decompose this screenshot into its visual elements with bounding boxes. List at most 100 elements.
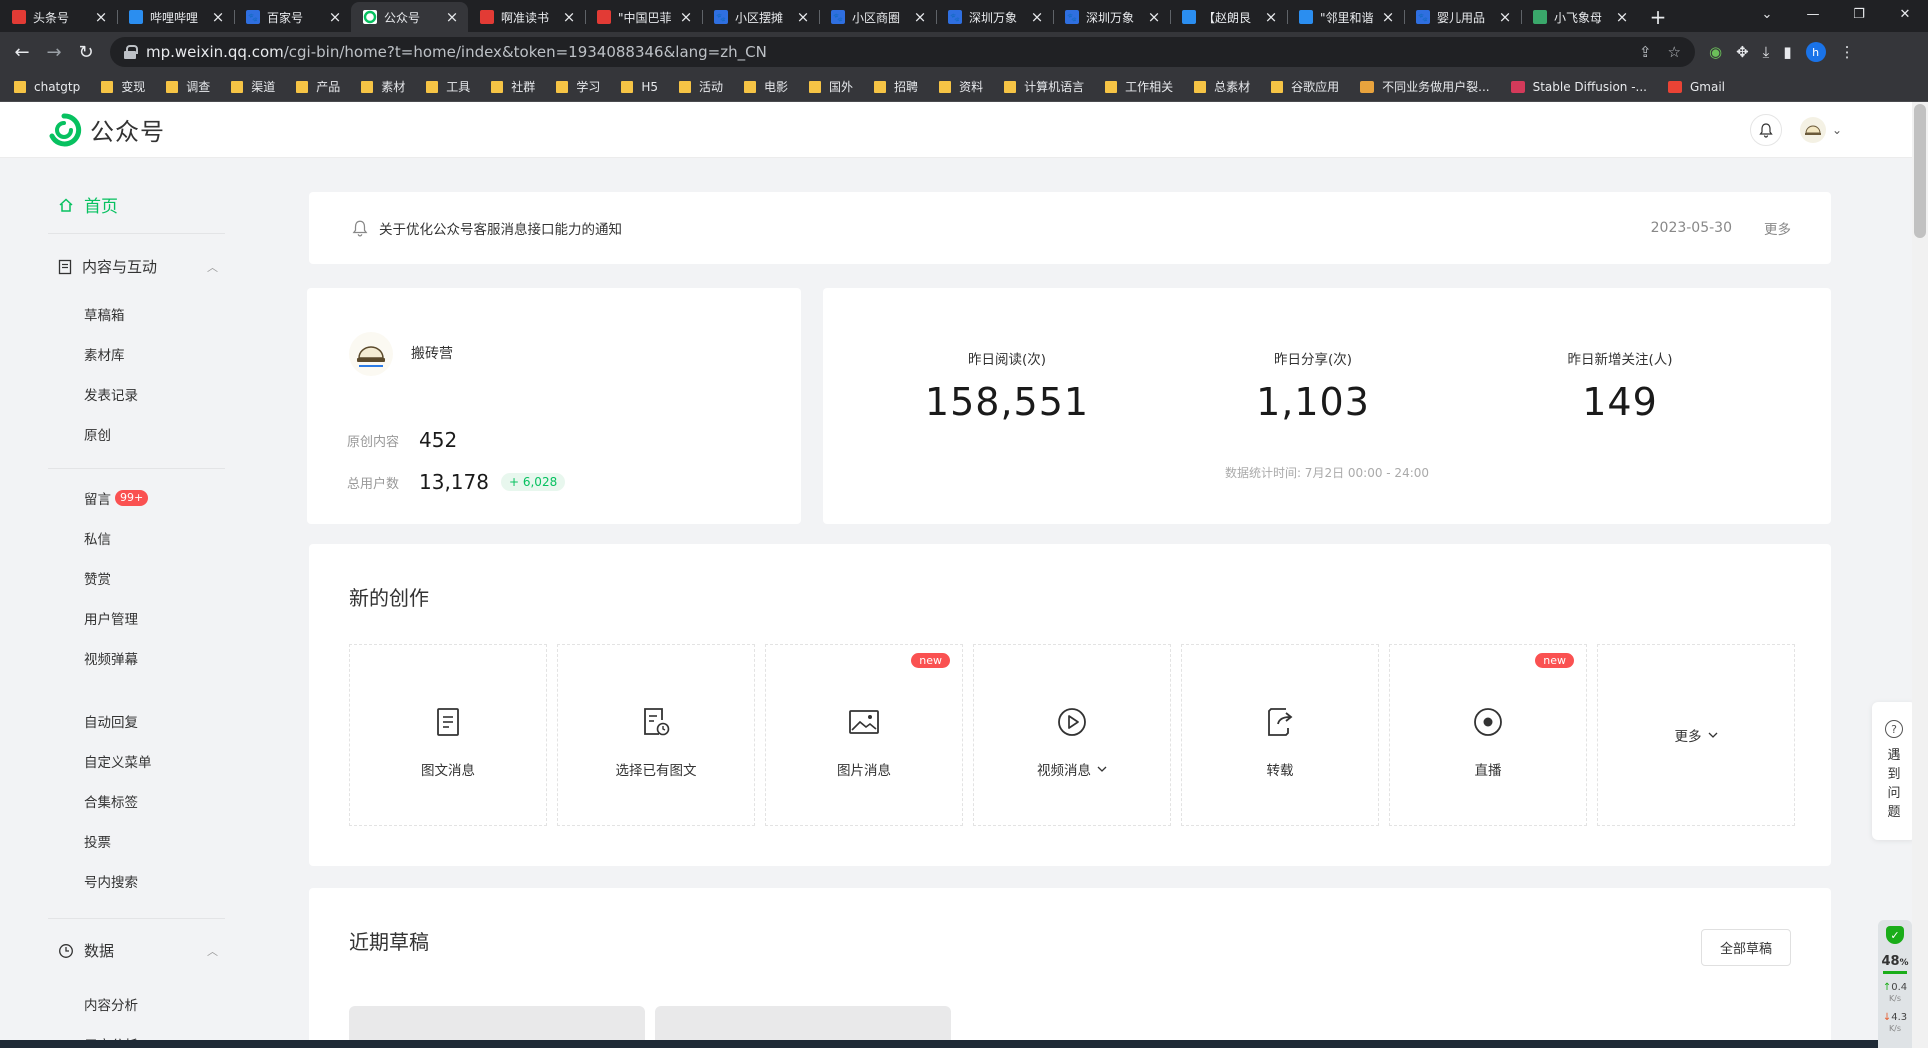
tab-2[interactable]: 🐾 百家号 × [234, 2, 351, 32]
sidebar-item[interactable]: 号内搜索 [84, 871, 138, 891]
extension-colorful-icon[interactable]: ◉ [1709, 43, 1722, 61]
sidebar-item[interactable]: 用户管理 [84, 608, 138, 628]
profile-avatar[interactable]: h [1805, 42, 1826, 62]
stat-shares[interactable]: 昨日分享(次) 1,103 [1213, 348, 1413, 424]
bookmark-item[interactable]: 工作相关 [1105, 78, 1173, 95]
forward-button[interactable]: → [40, 38, 68, 66]
bookmark-item[interactable]: 总素材 [1194, 78, 1250, 95]
stat-reads[interactable]: 昨日阅读(次) 158,551 [907, 348, 1107, 424]
tab-search-icon[interactable]: ⌄ [1744, 0, 1790, 28]
close-tab-icon[interactable]: × [1614, 8, 1630, 26]
sidebar-item[interactable]: 投票 [84, 831, 111, 851]
bookmark-item[interactable]: 电影 [744, 78, 788, 95]
stat-new-followers[interactable]: 昨日新增关注(人) 149 [1520, 348, 1720, 424]
brand-logo-link[interactable]: 公众号 [46, 112, 165, 148]
tab-3[interactable]: 公众号 × [351, 2, 468, 32]
sidebar-item-home[interactable]: 首页 [58, 192, 118, 217]
sidebar-item[interactable]: 自定义菜单 [84, 751, 152, 771]
lock-icon[interactable] [124, 45, 138, 59]
notification-bell-button[interactable] [1749, 113, 1782, 146]
bookmark-item[interactable]: 素材 [361, 78, 405, 95]
close-tab-icon[interactable]: × [93, 8, 109, 26]
close-window-button[interactable]: ✕ [1882, 0, 1928, 28]
create-tile-play-circle[interactable]: 视频消息 [973, 644, 1171, 826]
bookmark-item[interactable]: 学习 [556, 78, 600, 95]
page-scrollbar-track[interactable] [1912, 102, 1928, 1048]
bookmark-item[interactable]: 产品 [296, 78, 340, 95]
download-icon[interactable]: ⤓ [1763, 43, 1770, 61]
side-panel-icon[interactable]: ▮ [1783, 43, 1791, 61]
close-tab-icon[interactable]: × [1380, 8, 1396, 26]
bookmark-item[interactable]: chatgtp [14, 80, 80, 94]
sidebar-item[interactable]: 草稿箱 [84, 304, 125, 324]
create-tile-image[interactable]: new 图片消息 [765, 644, 963, 826]
tab-8[interactable]: 🐾 深圳万象 × [936, 2, 1053, 32]
tab-0[interactable]: 头条号 × [0, 2, 117, 32]
account-menu[interactable]: ⌄ [1799, 116, 1842, 143]
bookmark-item[interactable]: 计算机语言 [1004, 78, 1084, 95]
sidebar-group-content[interactable]: 内容与互动 ︿ [58, 256, 218, 277]
close-tab-icon[interactable]: × [795, 8, 811, 26]
bookmark-item[interactable]: 不同业务做用户裂... [1360, 78, 1490, 95]
close-tab-icon[interactable]: × [1263, 8, 1279, 26]
close-tab-icon[interactable]: × [327, 8, 343, 26]
sidebar-item[interactable]: 留言 99+ [84, 488, 149, 508]
close-tab-icon[interactable]: × [210, 8, 226, 26]
tab-11[interactable]: "邻里和谐 × [1287, 2, 1404, 32]
bookmark-item[interactable]: 变现 [101, 78, 145, 95]
bookmark-item[interactable]: 资料 [939, 78, 983, 95]
sidebar-item[interactable]: 合集标签 [84, 791, 138, 811]
tab-13[interactable]: 小飞象母 × [1521, 2, 1638, 32]
bookmark-item[interactable]: 社群 [491, 78, 535, 95]
sidebar-item[interactable]: 内容分析 [84, 994, 138, 1014]
original-content-value[interactable]: 452 [419, 428, 457, 452]
bookmark-item[interactable]: H5 [621, 80, 658, 94]
bookmark-star-icon[interactable]: ☆ [1668, 43, 1681, 61]
create-tile-more[interactable]: 更多 [1597, 644, 1795, 826]
tab-4[interactable]: 啊准读书 × [468, 2, 585, 32]
share-page-icon[interactable]: ⇪ [1639, 43, 1652, 61]
sidebar-group-data[interactable]: 数据 ︿ [58, 940, 218, 961]
close-tab-icon[interactable]: × [1029, 8, 1045, 26]
bookmark-item[interactable]: 渠道 [231, 78, 275, 95]
sidebar-item[interactable]: 发表记录 [84, 384, 138, 404]
restore-button[interactable]: ❐ [1836, 0, 1882, 28]
minimize-button[interactable]: — [1790, 0, 1836, 28]
create-tile-live[interactable]: new 直播 [1389, 644, 1587, 826]
bookmark-item[interactable]: 工具 [426, 78, 470, 95]
close-tab-icon[interactable]: × [912, 8, 928, 26]
page-scrollbar-thumb[interactable] [1914, 104, 1926, 238]
address-bar[interactable]: mp.weixin.qq.com/cgi-bin/home?t=home/ind… [110, 37, 1695, 67]
extensions-puzzle-icon[interactable]: ✥ [1736, 43, 1749, 61]
close-tab-icon[interactable]: × [561, 8, 577, 26]
create-tile-document-clock[interactable]: 选择已有图文 [557, 644, 755, 826]
sidebar-item[interactable]: 自动回复 [84, 711, 138, 731]
reload-button[interactable]: ↻ [72, 38, 100, 66]
bookmark-item[interactable]: 谷歌应用 [1271, 78, 1339, 95]
close-tab-icon[interactable]: × [444, 8, 460, 26]
tab-12[interactable]: 🐾 婴儿用品 × [1404, 2, 1521, 32]
create-tile-document[interactable]: 图文消息 [349, 644, 547, 826]
total-users-value[interactable]: 13,178 [419, 470, 489, 494]
bookmark-item[interactable]: 活动 [679, 78, 723, 95]
new-tab-button[interactable]: + [1642, 2, 1674, 32]
bookmark-item[interactable]: 调查 [166, 78, 210, 95]
tab-1[interactable]: 哔哩哔哩 × [117, 2, 234, 32]
sidebar-item[interactable]: 私信 [84, 528, 111, 548]
sidebar-item[interactable]: 素材库 [84, 344, 125, 364]
help-float-button[interactable]: ? 遇到问题 [1872, 702, 1916, 840]
tab-7[interactable]: 🐾 小区商圈 × [819, 2, 936, 32]
sidebar-item[interactable]: 原创 [84, 424, 111, 444]
tab-10[interactable]: 【赵朗艮 × [1170, 2, 1287, 32]
bookmark-item[interactable]: 国外 [809, 78, 853, 95]
tab-6[interactable]: 🐾 小区摆摊 × [702, 2, 819, 32]
close-tab-icon[interactable]: × [1146, 8, 1162, 26]
close-tab-icon[interactable]: × [678, 8, 694, 26]
network-monitor-widget[interactable]: ✓ 48% ↑0.4 K/s ↓4.3 K/s [1878, 920, 1912, 1048]
notice-link[interactable]: 关于优化公众号客服消息接口能力的通知 [379, 218, 622, 238]
close-tab-icon[interactable]: × [1497, 8, 1513, 26]
back-button[interactable]: ← [8, 38, 36, 66]
tab-5[interactable]: "中国巴菲 × [585, 2, 702, 32]
notice-more-link[interactable]: 更多 [1764, 218, 1791, 238]
bookmark-item[interactable]: Stable Diffusion -... [1510, 80, 1647, 94]
